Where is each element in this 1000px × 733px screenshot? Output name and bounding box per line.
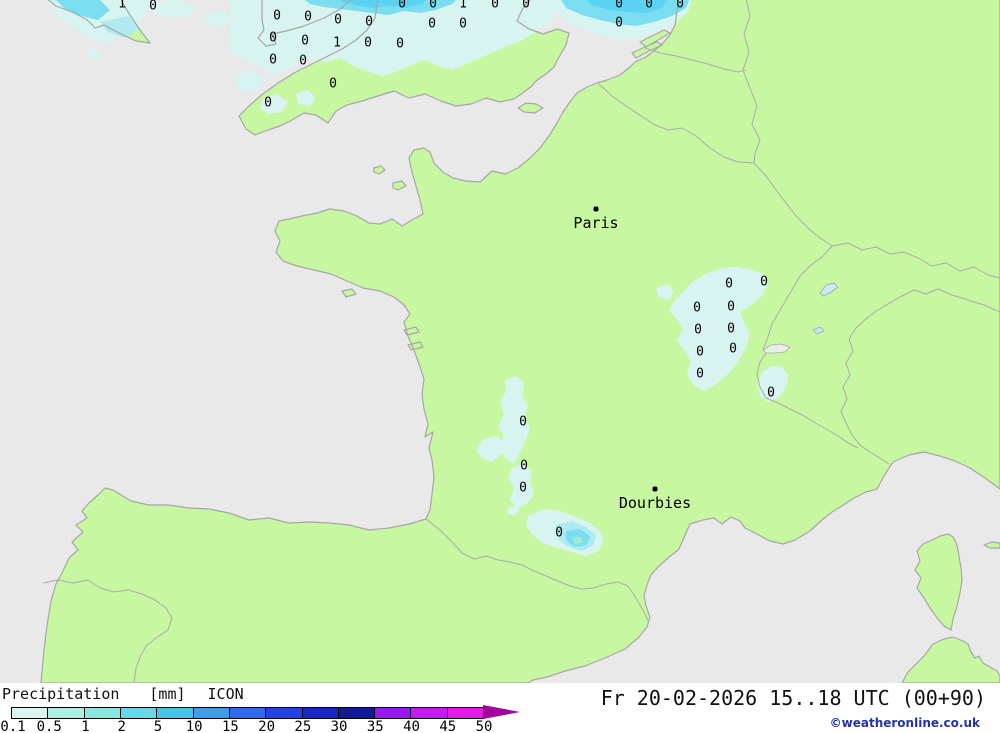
weather-map-page: 1000100000000000000100000000000000000000…: [0, 0, 1000, 733]
legend-tick: 5: [153, 719, 163, 733]
legend-segment: [12, 708, 48, 718]
legend-unit: [mm]: [149, 685, 186, 703]
legend-tick: 40: [403, 719, 420, 733]
legend-tick: 25: [294, 719, 312, 733]
legend-tick: 0.5: [36, 719, 62, 733]
legend-tick: 50: [475, 719, 493, 733]
legend-segment: [301, 708, 338, 718]
legend-footer: Precipitation [mm] ICON 0.1 0.5 1 2 5 10 15 20 25 3…: [0, 683, 1000, 733]
legend-segment: [119, 708, 157, 718]
legend-segment: [83, 708, 120, 718]
valid-time-text: Fr 20-02-2026 15..18 UTC (00+90): [600, 686, 986, 710]
legend-tick: 30: [330, 719, 348, 733]
legend-tick: 0.1: [0, 719, 26, 733]
legend-tick-labels: 0.1 0.5 1 2 5 10 15 20 25 30 35 40 45 50: [0, 719, 520, 733]
legend-segment: [337, 708, 375, 718]
legend-tick: 1: [81, 719, 90, 733]
legend-title-row: Precipitation [mm] ICON: [2, 685, 244, 703]
copyright-text: ©weatheronline.co.uk: [829, 716, 980, 730]
legend-segment: [192, 708, 229, 718]
city-marker-dourbies: [652, 486, 658, 492]
legend-arrow: [483, 705, 520, 719]
legend-tick: 10: [185, 719, 203, 733]
legend-tick: 2: [117, 719, 126, 733]
legend-segment: [446, 708, 484, 718]
legend-tick: 35: [366, 719, 384, 733]
legend-segment: [156, 708, 193, 718]
legend-segment: [410, 708, 447, 718]
city-marker-paris: [593, 206, 599, 212]
legend-segment: [47, 708, 84, 718]
legend-segment: [265, 708, 302, 718]
legend-colorbar: [11, 707, 484, 719]
legend-segment: [228, 708, 266, 718]
legend-tick: 20: [258, 719, 276, 733]
city-label-paris: Paris: [573, 214, 619, 232]
legend-tick: 15: [221, 719, 239, 733]
city-label-dourbies: Dourbies: [618, 494, 692, 512]
model-name: ICON: [207, 685, 244, 703]
legend-tick: 45: [439, 719, 457, 733]
city-layer: Paris Dourbies: [0, 0, 1000, 683]
legend-segment: [374, 708, 411, 718]
legend-title: Precipitation: [2, 685, 120, 703]
